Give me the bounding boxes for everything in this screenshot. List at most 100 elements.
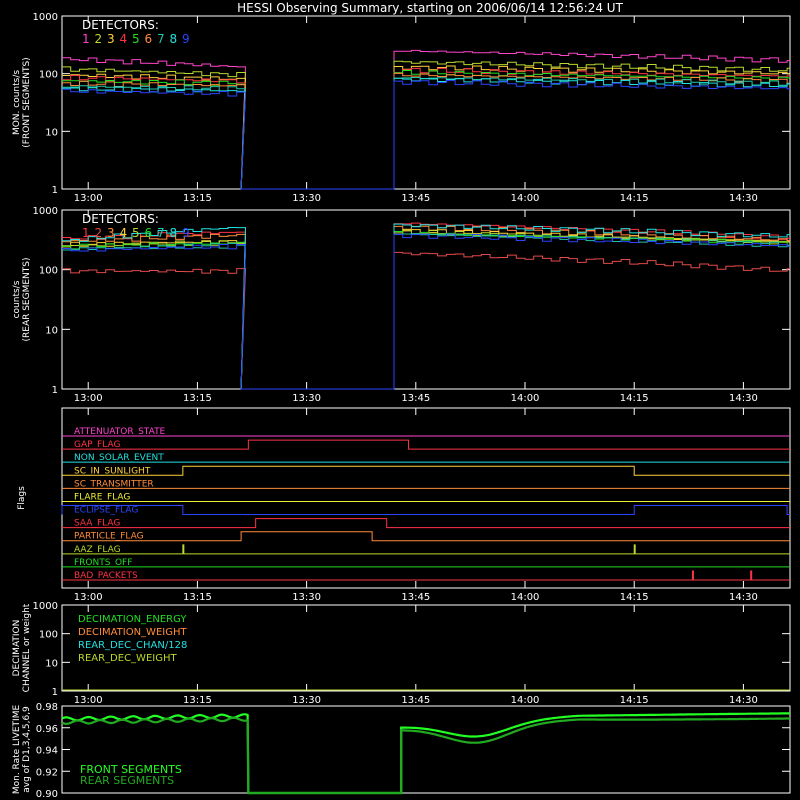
y-tick-label: 1000	[33, 601, 58, 612]
x-tick-label: 14:30	[729, 695, 758, 706]
y-tick-label: 1	[52, 385, 58, 396]
x-tick-label: 13:00	[74, 393, 103, 404]
y-tick-label: 0.90	[36, 789, 58, 800]
observing-summary-figure: HESSI Observing Summary, starting on 200…	[12, 1, 791, 800]
x-tick-label: 14:15	[620, 592, 649, 603]
x-tick-label: 13:15	[183, 193, 212, 204]
series-line-det7	[62, 77, 790, 190]
figure-title: HESSI Observing Summary, starting on 200…	[237, 1, 623, 15]
legend-item: 8	[170, 226, 178, 240]
x-tick-label: 13:45	[401, 695, 430, 706]
series-line-det5	[62, 229, 790, 390]
x-tick-label: 14:30	[729, 393, 758, 404]
y-tick-label: 1000	[33, 12, 58, 23]
x-tick-label: 13:00	[74, 695, 103, 706]
legend-item: 5	[132, 226, 140, 240]
legend-item: 7	[157, 226, 165, 240]
y-axis-label-line: DECIMATION	[12, 620, 22, 677]
y-axis-label-line: CHANNEL or weight	[22, 603, 32, 692]
y-tick-label: 0.94	[36, 746, 58, 757]
x-tick-label: 13:45	[401, 393, 430, 404]
legend-item: 4	[120, 32, 128, 46]
x-tick-label: 13:45	[401, 592, 430, 603]
y-axis-label: Mon. Rate LIVETIME avg of D1,3,4,5,6,9	[12, 705, 32, 795]
series-line-det8	[62, 223, 790, 390]
y-tick-label: 10	[45, 127, 58, 138]
y-tick-label: 10	[45, 325, 58, 336]
x-tick-label: 13:30	[292, 695, 321, 706]
x-tick-label: 14:00	[511, 393, 540, 404]
y-axis-label: counts/s (REAR SEGMENTS)	[12, 257, 32, 341]
flag-line	[62, 465, 790, 476]
legend-item: 1	[82, 226, 90, 240]
series-line-det4	[62, 67, 790, 190]
series-line-det3	[62, 225, 790, 390]
series-line-det2	[62, 251, 790, 390]
decimation-legend-item: DECIMATION_WEIGHT	[78, 627, 187, 638]
y-axis-label: DECIMATION CHANNEL or weight	[12, 603, 32, 692]
x-tick-label: 14:30	[729, 193, 758, 204]
series-line-det6	[62, 231, 790, 390]
panels: 13:00 13:15 13:30 13:45 14:00 14:15 14:30 MON. …	[12, 12, 791, 800]
x-tick-label: 14:15	[620, 695, 649, 706]
y-tick-label: 0.92	[36, 767, 58, 778]
decimation-legend-item: REAR_DEC_CHAN/128	[78, 640, 187, 651]
y-tick-label: 0.98	[36, 702, 58, 713]
legend-item: 3	[107, 226, 115, 240]
y-tick-label: 10	[45, 658, 58, 669]
x-tick-label: 14:15	[620, 193, 649, 204]
y-axis-label-line: MON. counts/s	[12, 70, 22, 135]
panel-rear: 13:00 13:15 13:30 13:45 14:00 14:15 14:30 count…	[12, 206, 791, 404]
legend-item: 4	[120, 226, 128, 240]
y-axis-label-line: (FRONT SEGMENTS)	[22, 57, 32, 147]
flag-label: ECLIPSE_FLAG	[74, 506, 138, 516]
plot-frame	[61, 407, 791, 589]
x-tick-label: 13:45	[401, 193, 430, 204]
legend-item: 7	[157, 32, 165, 46]
legend-title: DETECTORS:	[82, 18, 159, 32]
decimation-legend-item: REAR_DEC_WEIGHT	[78, 653, 177, 664]
y-tick-label: 1000	[33, 206, 58, 217]
x-tick-label: 14:15	[620, 393, 649, 404]
livetime-legend-item: REAR SEGMENTS	[80, 774, 174, 787]
series-line-det9	[62, 233, 790, 390]
legend-item: 2	[95, 32, 103, 46]
flag-line	[61, 505, 790, 516]
legend-item: 9	[182, 226, 190, 240]
flag-line	[62, 518, 790, 529]
x-tick-label: 13:00	[74, 592, 103, 603]
x-tick-label: 13:15	[183, 695, 212, 706]
x-tick-label: 14:00	[511, 695, 540, 706]
y-tick-label: 100	[39, 630, 58, 641]
flag-line	[62, 544, 790, 555]
x-tick-label: 13:00	[74, 193, 103, 204]
y-axis-label: MON. counts/s (FRONT SEGMENTS)	[12, 57, 32, 147]
series-line-det1	[62, 222, 790, 390]
y-tick-label: 100	[39, 70, 58, 81]
y-axis-label-line: Mon. Rate LIVETIME	[12, 705, 22, 795]
series-line-det9	[62, 80, 790, 190]
y-axis-label-line: counts/s	[12, 280, 22, 318]
series-line-det5	[62, 70, 790, 190]
decimation-legend-item: DECIMATION_ENERGY	[78, 614, 187, 625]
panel-decim: 13:00 13:15 13:30 13:45 14:00 14:15 14:30 DECIM…	[12, 601, 791, 706]
legend-item: 6	[145, 226, 153, 240]
y-tick-label: 0.96	[36, 724, 58, 735]
x-tick-label: 13:30	[292, 393, 321, 404]
x-tick-label: 14:00	[511, 193, 540, 204]
x-tick-label: 13:30	[292, 592, 321, 603]
y-tick-label: 1	[52, 687, 58, 698]
series-line-det7	[62, 233, 790, 390]
y-axis-label-line: Flags	[17, 486, 27, 510]
legend-item: 3	[107, 32, 115, 46]
panel-front: 13:00 13:15 13:30 13:45 14:00 14:15 14:30 MON. …	[12, 12, 791, 204]
y-axis-label-line: avg of D1,3,4,5,6,9	[22, 706, 32, 793]
y-tick-label: 100	[39, 266, 58, 277]
flag-line	[62, 531, 790, 542]
legend-title: DETECTORS:	[82, 212, 159, 226]
series-line-det8	[62, 77, 790, 190]
x-tick-label: 13:30	[292, 193, 321, 204]
legend-item: 1	[82, 32, 90, 46]
panel-flags: 13:00 13:15 13:30 13:45 14:00 14:15 14:30 Flags…	[17, 407, 791, 603]
flag-line	[62, 570, 790, 581]
